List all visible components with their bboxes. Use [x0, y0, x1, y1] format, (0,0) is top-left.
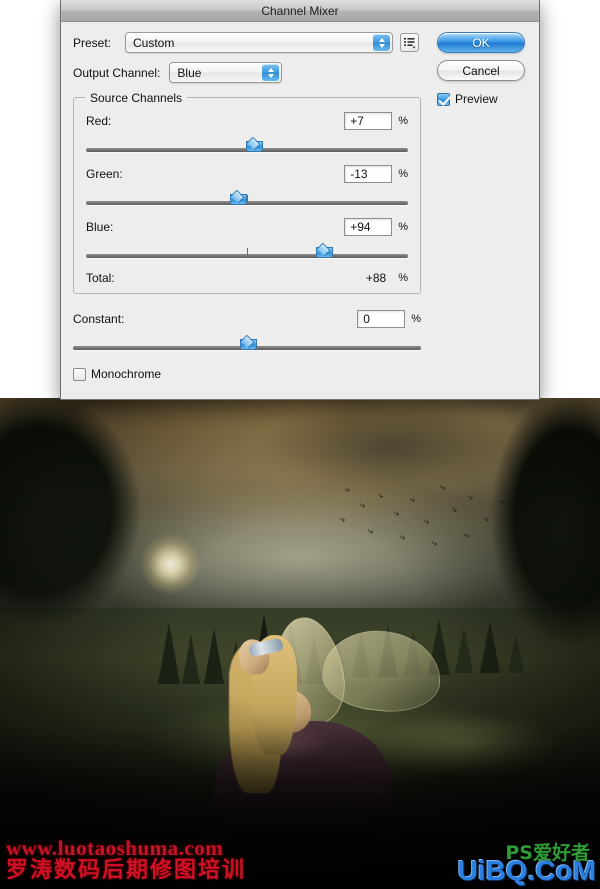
bird: ⤷	[432, 539, 438, 549]
green-unit: %	[398, 168, 408, 180]
source-channels-group: Source Channels Red: +7 % Green: -13 % B…	[73, 91, 421, 294]
preset-select[interactable]: Custom	[125, 32, 393, 53]
output-channel-value: Blue	[177, 65, 202, 80]
total-value: +88	[365, 271, 387, 285]
red-label: Red:	[86, 114, 112, 128]
preview-checkbox[interactable]	[437, 92, 450, 106]
constant-slider-thumb[interactable]	[240, 337, 257, 350]
preset-value: Custom	[133, 35, 175, 50]
ok-button[interactable]: OK	[437, 32, 525, 53]
total-row: Total: +88 %	[86, 271, 408, 285]
monochrome-row[interactable]: Monochrome	[73, 367, 527, 381]
constant-slider[interactable]	[73, 335, 421, 353]
monochrome-checkbox[interactable]	[73, 367, 86, 381]
dialog-titlebar[interactable]: Channel Mixer	[61, 0, 539, 22]
channel-mixer-dialog: Channel Mixer OK Cancel Preview Preset: …	[60, 0, 540, 400]
dialog-title: Channel Mixer	[261, 3, 339, 18]
watermark-url: www.luotaoshuma.com	[6, 836, 224, 861]
source-channels-title: Source Channels	[85, 91, 188, 105]
bird: ⤷	[484, 515, 490, 525]
blue-channel-row: Blue: +94 %	[86, 218, 408, 236]
constant-block: Constant: 0 %	[73, 310, 421, 353]
watermark-right: PS爱好者 UiBQ.CoM	[458, 844, 596, 885]
red-value-wrap: +7 %	[344, 112, 408, 130]
bird: ⤷	[360, 501, 366, 511]
green-slider-thumb[interactable]	[229, 192, 247, 205]
output-channel-label: Output Channel:	[73, 65, 161, 80]
watermark-left: www.luotaoshuma.com 罗涛数码后期修图培训	[6, 836, 247, 884]
output-channel-select[interactable]: Blue	[169, 62, 283, 83]
bird: ⤷	[468, 493, 474, 503]
constant-input[interactable]: 0	[357, 310, 406, 328]
preview-checkbox-row[interactable]: Preview	[437, 92, 529, 106]
green-slider[interactable]	[86, 190, 408, 208]
preset-options-icon[interactable]	[400, 33, 419, 52]
preset-label: Preset:	[73, 35, 112, 50]
red-input[interactable]: +7	[344, 112, 393, 130]
photo-canvas: ⤷ ⤷ ⤷ ⤷ ⤷ ⤷ ⤷ ⤷ ⤷ ⤷ ⤷ ⤷ ⤷ ⤷ ⤷ ⤷ ⤷ www.lu…	[0, 398, 600, 889]
bird: ⤷	[400, 533, 406, 543]
monochrome-label: Monochrome	[91, 367, 162, 381]
red-channel-row: Red: +7 %	[86, 112, 408, 130]
bird: ⤷	[510, 525, 516, 535]
blue-input[interactable]: +94	[344, 218, 393, 236]
blue-slider-center-tick	[247, 248, 248, 255]
green-label: Green:	[86, 167, 123, 181]
bird: ⤷	[424, 517, 430, 527]
watermark-ps-label: PS爱好者	[505, 842, 590, 864]
chevron-updown-icon[interactable]	[373, 34, 390, 51]
dialog-body: OK Cancel Preview Preset: Custom Output …	[61, 22, 539, 381]
watermark-chinese: 罗涛数码后期修图培训	[6, 858, 247, 884]
bird: ⤷	[440, 483, 446, 493]
bird: ⤷	[340, 515, 346, 525]
bird: ⤷	[464, 531, 470, 541]
green-value-wrap: -13 %	[344, 165, 408, 183]
red-unit: %	[398, 115, 408, 127]
preview-label: Preview	[455, 92, 498, 106]
blue-unit: %	[398, 221, 408, 233]
blue-slider[interactable]	[86, 243, 408, 261]
blue-value-wrap: +94 %	[344, 218, 408, 236]
bird: ⤷	[394, 509, 400, 519]
green-input[interactable]: -13	[344, 165, 393, 183]
chevron-updown-icon[interactable]	[262, 64, 280, 81]
bird: ⤷	[368, 527, 374, 537]
foreground-tree-right	[440, 398, 600, 718]
cancel-button[interactable]: Cancel	[437, 60, 525, 81]
green-channel-row: Green: -13 %	[86, 165, 408, 183]
foreground-tree-left	[0, 398, 230, 710]
blue-slider-thumb[interactable]	[315, 245, 333, 258]
red-slider[interactable]	[86, 137, 408, 155]
constant-row: Constant: 0 %	[73, 310, 421, 328]
screenshot-root: ⤷ ⤷ ⤷ ⤷ ⤷ ⤷ ⤷ ⤷ ⤷ ⤷ ⤷ ⤷ ⤷ ⤷ ⤷ ⤷ ⤷ www.lu…	[0, 0, 600, 889]
constant-unit: %	[411, 313, 421, 325]
red-slider-thumb[interactable]	[245, 139, 263, 152]
green-slider-center-tick	[247, 195, 248, 202]
dialog-action-column: OK Cancel Preview	[437, 32, 529, 106]
total-unit: %	[398, 272, 408, 284]
constant-label: Constant:	[73, 312, 125, 326]
blue-label: Blue:	[86, 220, 114, 234]
total-label: Total:	[86, 271, 115, 285]
list-menu-icon	[404, 38, 416, 49]
constant-value-wrap: 0 %	[357, 310, 421, 328]
